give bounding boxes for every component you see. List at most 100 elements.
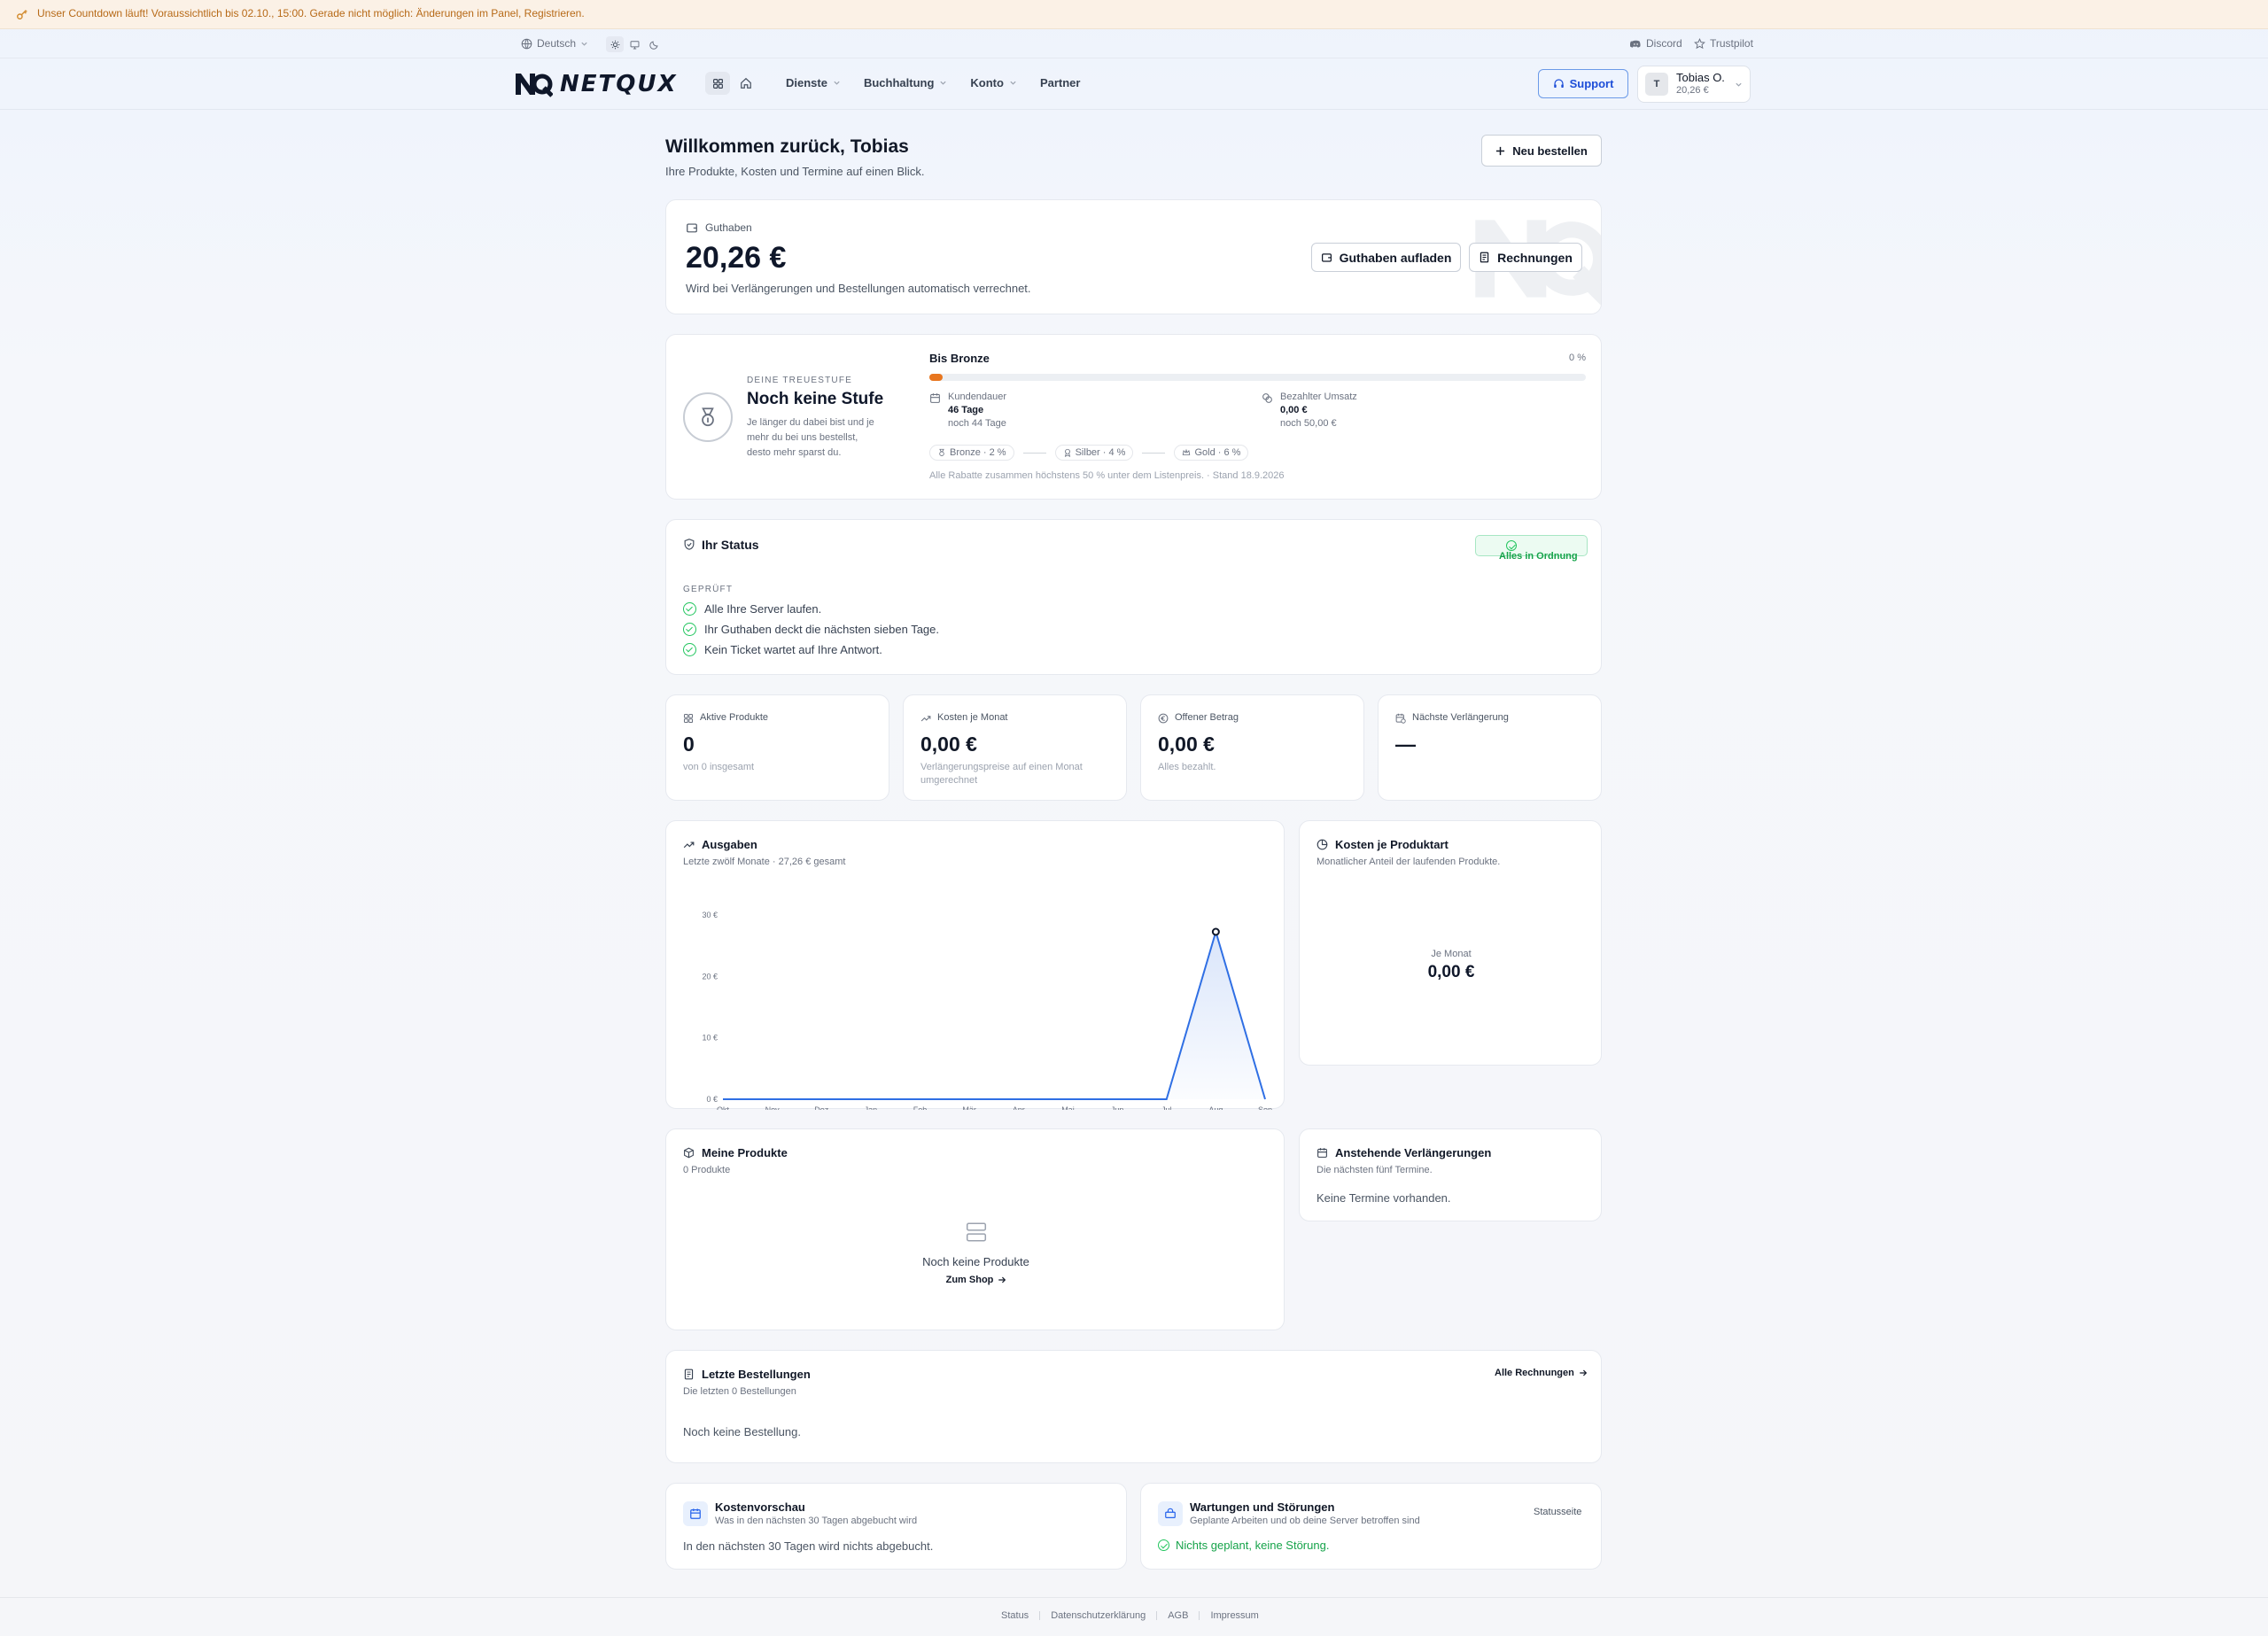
maintenance-icon-box — [1158, 1501, 1183, 1526]
series-area — [723, 931, 1265, 1099]
loyalty-percent: 0 % — [1569, 353, 1586, 363]
shop-link-label: Zum Shop — [945, 1275, 994, 1285]
loyalty-target: Bis Bronze — [929, 352, 990, 365]
x-tick-label: Mär — [962, 1105, 976, 1110]
footer-divider — [1039, 1611, 1041, 1620]
check-circle-icon — [683, 643, 696, 656]
maintenance-text: Nichts geplant, keine Störung. — [1176, 1539, 1330, 1552]
all-invoices-label: Alle Rechnungen — [1495, 1368, 1574, 1378]
language-select[interactable]: Deutsch — [521, 37, 588, 50]
status-badge-label: Alles in Ordnung — [1499, 551, 1578, 562]
trustpilot-link[interactable]: Trustpilot — [1694, 37, 1753, 50]
check-circle-icon — [1506, 540, 1517, 551]
footer: Status Datenschutzerklärung AGB Impressu… — [0, 1597, 2268, 1636]
nav-konto-label: Konto — [970, 76, 1004, 89]
y-tick-label: 30 € — [702, 911, 718, 919]
check-circle-icon — [683, 602, 696, 616]
status-check-item: Kein Ticket wartet auf Ihre Antwort. — [683, 643, 939, 656]
products-empty: Noch keine Produkte — [922, 1255, 1029, 1268]
maintenance-card: Wartungen und Störungen Geplante Arbeite… — [1140, 1483, 1602, 1570]
shield-check-icon — [684, 539, 695, 550]
shop-link[interactable]: Zum Shop — [939, 1275, 1014, 1285]
sales-value: 0,00 € — [1280, 405, 1308, 415]
tier-divider — [1142, 452, 1166, 454]
loyalty-card: DEINE TREUESTUFE Noch keine Stufe Je län… — [665, 334, 1602, 500]
all-invoices-link[interactable]: Alle Rechnungen — [1495, 1368, 1588, 1378]
footer-link-status[interactable]: Status — [1001, 1610, 1029, 1621]
banner-text: Unser Countdown läuft! Voraussichtlich b… — [37, 7, 585, 19]
loyalty-eyebrow: DEINE TREUESTUFE — [747, 376, 853, 385]
status-badge: Alles in Ordnung — [1475, 535, 1588, 562]
wallet-icon — [1321, 253, 1332, 262]
products-card: Meine Produkte 0 Produkte Noch keine Pro… — [665, 1128, 1285, 1330]
stat-value: 0 — [683, 733, 695, 756]
status-title: Ihr Status — [702, 538, 759, 552]
brand-logo[interactable]: NETQUX — [514, 71, 678, 97]
orders-subtitle: Die letzten 0 Bestellungen — [683, 1386, 796, 1397]
maintenance-title: Wartungen und Störungen — [1190, 1500, 1335, 1514]
tenure-label: Kundendauer — [948, 392, 1007, 402]
headset-icon — [1553, 79, 1564, 88]
loyalty-progress-fill — [929, 374, 943, 381]
nav-buchhaltung[interactable]: Buchhaltung — [864, 76, 947, 89]
status-check-text: Kein Ticket wartet auf Ihre Antwort. — [704, 643, 882, 656]
discord-link[interactable]: Discord — [1630, 37, 1682, 50]
dark-theme-button[interactable] — [645, 36, 663, 52]
balance-card: Guthaben 20,26 € Wird bei Verlängerungen… — [665, 199, 1602, 314]
trustpilot-label: Trustpilot — [1710, 37, 1753, 50]
invoices-button[interactable]: Rechnungen — [1469, 243, 1582, 272]
dashboard-button[interactable] — [705, 72, 730, 95]
system-theme-button[interactable] — [625, 36, 643, 52]
preview-title: Kostenvorschau — [715, 1500, 805, 1514]
tier-gold-label: Gold · 6 % — [1194, 447, 1241, 458]
status-page-link[interactable]: Statusseite — [1534, 1507, 1581, 1517]
status-check-item: Ihr Guthaben deckt die nächsten sieben T… — [683, 623, 939, 636]
footer-link-imprint[interactable]: Impressum — [1210, 1610, 1258, 1621]
home-button[interactable] — [735, 72, 757, 95]
status-check-text: Alle Ihre Server laufen. — [704, 602, 822, 616]
user-balance: 20,26 € — [1676, 85, 1709, 96]
monitor-icon — [630, 40, 639, 49]
nav-dienste[interactable]: Dienste — [786, 76, 841, 89]
footer-link-privacy[interactable]: Datenschutzerklärung — [1051, 1610, 1146, 1621]
nav-buchhaltung-label: Buchhaltung — [863, 76, 935, 89]
wallet-icon — [687, 223, 697, 233]
support-button[interactable]: Support — [1538, 69, 1628, 98]
topup-button[interactable]: Guthaben aufladen — [1311, 243, 1461, 272]
sales-label: Bezahlter Umsatz — [1280, 392, 1357, 402]
nav-partner[interactable]: Partner — [1040, 76, 1081, 89]
stat-label: Aktive Produkte — [700, 712, 769, 723]
new-order-button[interactable]: Neu bestellen — [1481, 135, 1602, 167]
utility-bar: Deutsch Discord Trustpilot — [0, 30, 2268, 58]
medal-icon — [939, 448, 944, 456]
footer-link-terms[interactable]: AGB — [1168, 1610, 1188, 1621]
receipt-icon — [1480, 252, 1489, 263]
stat-label: Nächste Verlängerung — [1412, 712, 1509, 723]
chevron-down-icon — [834, 81, 840, 85]
check-circle-icon — [1158, 1539, 1169, 1551]
tenure-rest: noch 44 Tage — [948, 418, 1006, 429]
calendar-icon — [690, 1508, 701, 1519]
user-name: Tobias O. — [1676, 71, 1725, 84]
stat-label: Kosten je Monat — [937, 712, 1008, 723]
cost-type-card: Kosten je Produktart Monatlicher Anteil … — [1299, 820, 1602, 1066]
chevron-down-icon — [1736, 82, 1742, 87]
x-tick-label: Feb — [913, 1105, 928, 1110]
status-card: Ihr Status Alles in Ordnung GEPRÜFT Alle… — [665, 519, 1602, 675]
expenses-title: Ausgaben — [702, 838, 757, 851]
orders-card: Letzte Bestellungen Die letzten 0 Bestel… — [665, 1350, 1602, 1463]
user-menu[interactable]: T Tobias O. 20,26 € — [1637, 66, 1751, 103]
stat-card-monthly-cost: Kosten je Monat 0,00 € Verlängerungsprei… — [903, 694, 1127, 801]
renewals-subtitle: Die nächsten fünf Termine. — [1317, 1165, 1433, 1175]
pie-chart-icon — [1317, 839, 1328, 850]
balance-label: Guthaben — [705, 221, 752, 234]
y-tick-label: 20 € — [702, 972, 718, 981]
grid-icon — [712, 78, 723, 89]
nav-konto[interactable]: Konto — [970, 76, 1017, 89]
arrow-right-icon — [998, 1276, 1006, 1283]
light-theme-button[interactable] — [606, 36, 624, 52]
cost-type-center-label: Je Monat — [1431, 949, 1472, 959]
star-icon — [1694, 37, 1705, 49]
stat-sub: von 0 insgesamt — [683, 762, 755, 772]
balance-note: Wird bei Verlängerungen und Bestellungen… — [686, 282, 1031, 295]
